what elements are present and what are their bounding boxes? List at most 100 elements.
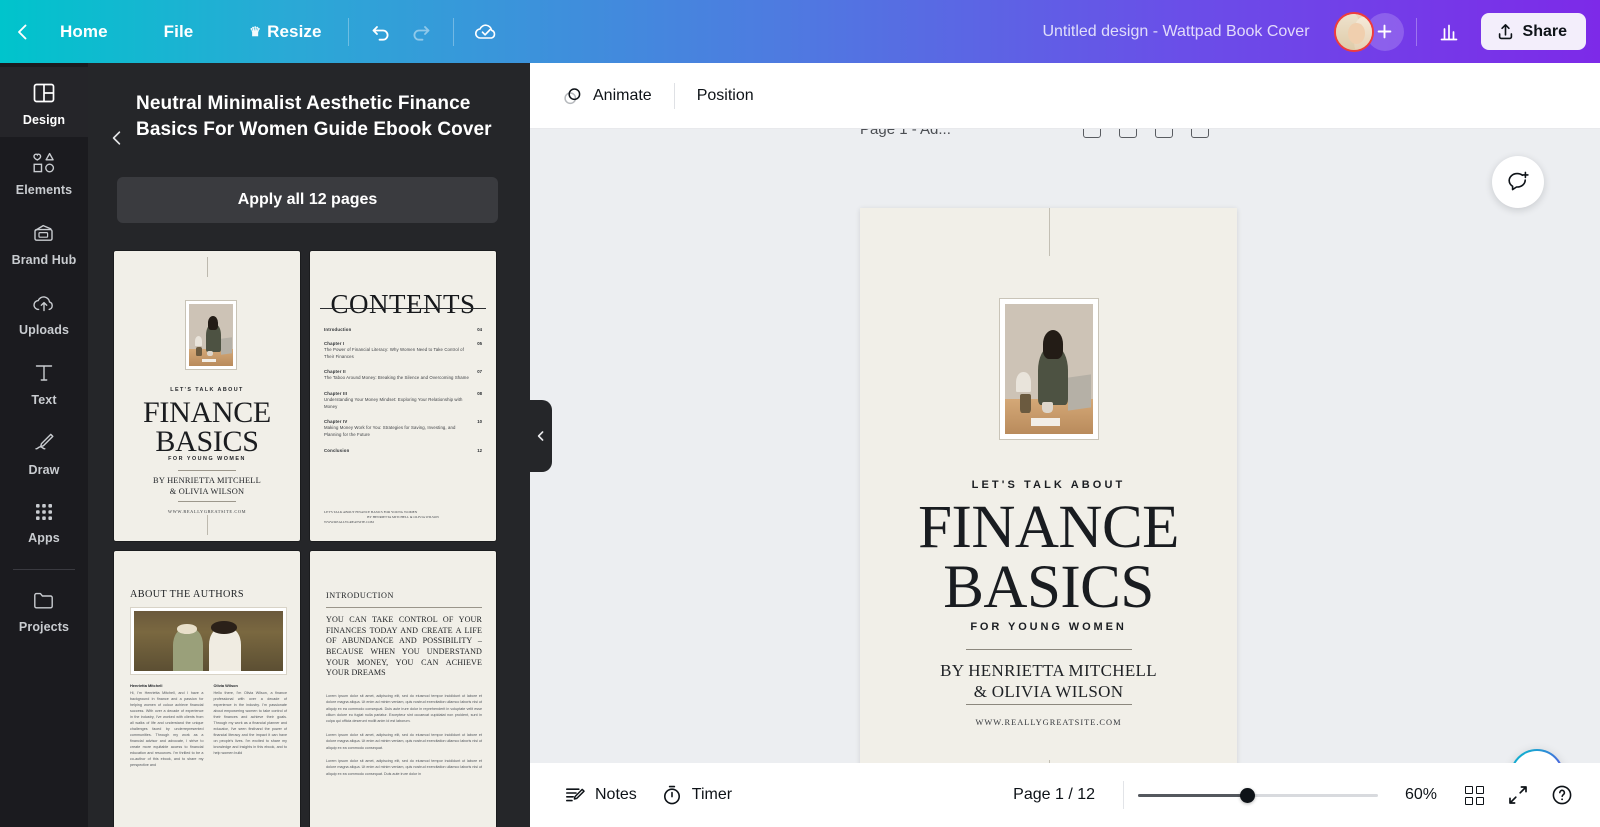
- grid-view-icon[interactable]: [1454, 775, 1494, 815]
- document-title-input[interactable]: Untitled design - Wattpad Book Cover: [1030, 16, 1321, 48]
- author-2-body: Hello there, I'm Olivia Wilson, a financ…: [213, 691, 288, 755]
- toc-chapter: Chapter IV: [324, 419, 348, 425]
- contents-thumbnail[interactable]: CONTENTS Introduction 04 Chapter I The P…: [310, 251, 496, 541]
- cover-author1-thumb: BY HENRIETTA MITCHELL: [153, 476, 261, 485]
- toc-row: Chapter III Understanding Your Money Min…: [324, 391, 482, 410]
- design-panel: Neutral Minimalist Aesthetic Finance Bas…: [88, 63, 530, 827]
- sidebar-label-brand-hub: Brand Hub: [11, 253, 77, 267]
- sidebar-item-draw[interactable]: Draw: [0, 417, 88, 487]
- home-button[interactable]: Home: [46, 15, 122, 49]
- contents-strike-rule: [320, 308, 486, 309]
- sidebar-item-apps[interactable]: Apps: [0, 487, 88, 555]
- cover-thumbnail[interactable]: LET'S TALK ABOUT FINANCE BASICS FOR YOUN…: [114, 251, 300, 541]
- toc-row: Chapter II The Taboo Around Money: Break…: [324, 369, 482, 382]
- panel-back-button[interactable]: [102, 121, 132, 155]
- cover-website-thumb: WWW.REALLYGREATSITE.COM: [167, 509, 247, 514]
- resize-button[interactable]: ♛ Resize: [235, 15, 335, 49]
- editor-stage: Animate Position Page 1 - Ad... LET'S TA…: [530, 63, 1600, 827]
- timer-button[interactable]: Timer: [649, 776, 744, 814]
- file-menu-button[interactable]: File: [150, 15, 208, 49]
- cover-subtitle[interactable]: FOR YOUNG WOMEN: [860, 621, 1237, 633]
- author-1-body: Hi, I'm Henrietta Mitchell, and I have a…: [130, 691, 204, 767]
- panel-collapse-handle[interactable]: [530, 400, 552, 472]
- notes-button[interactable]: Notes: [552, 776, 649, 814]
- cover-rule-bottom: [966, 704, 1132, 705]
- lock-icon[interactable]: [1082, 129, 1101, 138]
- cover-authors-thumb: BY HENRIETTA MITCHELL & OLIVIA WILSON: [114, 476, 300, 497]
- sidebar-label-text: Text: [31, 393, 57, 407]
- expand-arrows-icon[interactable]: [1498, 775, 1538, 815]
- sidebar-item-uploads[interactable]: Uploads: [0, 277, 88, 347]
- cover-author-line1: BY HENRIETTA MITCHELL: [940, 661, 1157, 680]
- brand-wallet-icon: [34, 224, 53, 241]
- zoom-slider-thumb[interactable]: [1240, 787, 1255, 803]
- animate-button[interactable]: Animate: [550, 76, 664, 116]
- sidebar-item-projects[interactable]: Projects: [0, 574, 88, 644]
- toc-row: Chapter IV Making Money Work for You: St…: [324, 419, 482, 438]
- toc-desc: Understanding Your Money Mindset: Explor…: [324, 396, 463, 409]
- zoom-slider[interactable]: [1138, 784, 1378, 806]
- design-canvas-page[interactable]: LET'S TALK ABOUT FINANCE BASICS FOR YOUN…: [860, 208, 1237, 808]
- canvas-scroll-area[interactable]: Page 1 - Ad... LET'S TALK ABOUT FINANCE …: [530, 129, 1600, 827]
- about-authors-thumbnail[interactable]: ABOUT THE AUTHORS Henrietta Mitchell Hi,…: [114, 551, 300, 827]
- contents-title: CONTENTS: [330, 289, 476, 319]
- cover-authors[interactable]: BY HENRIETTA MITCHELL & OLIVIA WILSON: [860, 661, 1237, 702]
- resize-label: Resize: [267, 21, 322, 41]
- cover-title[interactable]: FINANCE BASICS: [860, 494, 1237, 621]
- share-label: Share: [1522, 22, 1567, 40]
- intro-para-1: Lorem ipsum dolor sit amet, adipiscing e…: [326, 694, 482, 724]
- introduction-thumbnail[interactable]: INTRODUCTION YOU CAN TAKE CONTROL OF YOU…: [310, 551, 496, 827]
- apply-all-pages-button[interactable]: Apply all 12 pages: [117, 177, 498, 223]
- toc-chapter: Conclusion: [324, 447, 350, 453]
- share-button[interactable]: Share: [1480, 13, 1586, 50]
- layout-panels-icon: [33, 83, 55, 103]
- cloud-check-icon[interactable]: [466, 12, 506, 52]
- toc-page: 10: [477, 419, 482, 425]
- authors-photo: [130, 607, 287, 675]
- notes-pencil-icon: [566, 788, 585, 802]
- delete-page-icon[interactable]: [1154, 129, 1173, 138]
- toc-desc: The Taboo Around Money: Breaking the Sil…: [324, 375, 469, 381]
- cover-photo-image: [1005, 304, 1093, 434]
- cover-eyebrow[interactable]: LET'S TALK ABOUT: [860, 479, 1237, 491]
- toc-chapter: Chapter II: [324, 369, 346, 375]
- sidebar-item-text[interactable]: Text: [0, 347, 88, 417]
- intro-para-2: Lorem ipsum dolor sit amet, adipiscing e…: [326, 732, 482, 750]
- cover-photo[interactable]: [999, 298, 1099, 440]
- undo-button[interactable]: [361, 12, 401, 52]
- toc-page: 08: [477, 390, 482, 396]
- cover-title-line1-thumb: FINANCE: [143, 396, 271, 429]
- toc-page: 05: [477, 341, 482, 346]
- intro-lead: YOU CAN TAKE CONTROL OF YOUR FINANCES TO…: [326, 615, 482, 678]
- redo-button[interactable]: [401, 12, 441, 52]
- bar-chart-icon[interactable]: [1429, 12, 1469, 52]
- intro-para-3: Lorem ipsum dolor sit amet, adipiscing e…: [326, 758, 482, 776]
- animate-circles-icon: [564, 87, 581, 104]
- sidebar-item-elements[interactable]: Elements: [0, 137, 88, 207]
- timer-label: Timer: [691, 786, 733, 803]
- canvas-guide-top: [1048, 208, 1050, 256]
- avatar[interactable]: [1333, 11, 1374, 52]
- position-button[interactable]: Position: [685, 78, 766, 114]
- cover-title-line1: FINANCE: [918, 494, 1179, 561]
- cover-title-line2: BASICS: [943, 553, 1154, 621]
- authors-bio-columns: Henrietta Mitchell Hi, I'm Henrietta Mit…: [130, 683, 287, 769]
- back-button[interactable]: [0, 22, 46, 42]
- page-counter[interactable]: Page 1 / 12: [999, 786, 1109, 804]
- cover-rule-top-thumb: [178, 470, 236, 471]
- toc-desc: The Power of Financial Literacy: Why Wom…: [324, 347, 464, 359]
- duplicate-page-icon[interactable]: [1118, 129, 1137, 138]
- cover-author2-thumb: & OLIVIA WILSON: [169, 486, 245, 496]
- zoom-level-value[interactable]: 60%: [1392, 786, 1450, 804]
- sidebar-item-brand-hub[interactable]: Brand Hub: [0, 207, 88, 277]
- panel-title: Neutral Minimalist Aesthetic Finance Bas…: [136, 93, 492, 141]
- help-question-icon[interactable]: [1542, 775, 1582, 815]
- cover-website[interactable]: WWW.REALLYGREATSITE.COM: [860, 718, 1237, 727]
- crown-icon: ♛: [249, 23, 262, 39]
- sidebar-item-design[interactable]: Design: [0, 67, 88, 137]
- comment-add-icon[interactable]: [1492, 156, 1544, 208]
- cover-rule-top: [966, 649, 1132, 650]
- context-divider: [673, 82, 675, 109]
- toc-row: Chapter I The Power of Financial Literac…: [324, 341, 482, 360]
- more-options-icon[interactable]: [1190, 129, 1209, 138]
